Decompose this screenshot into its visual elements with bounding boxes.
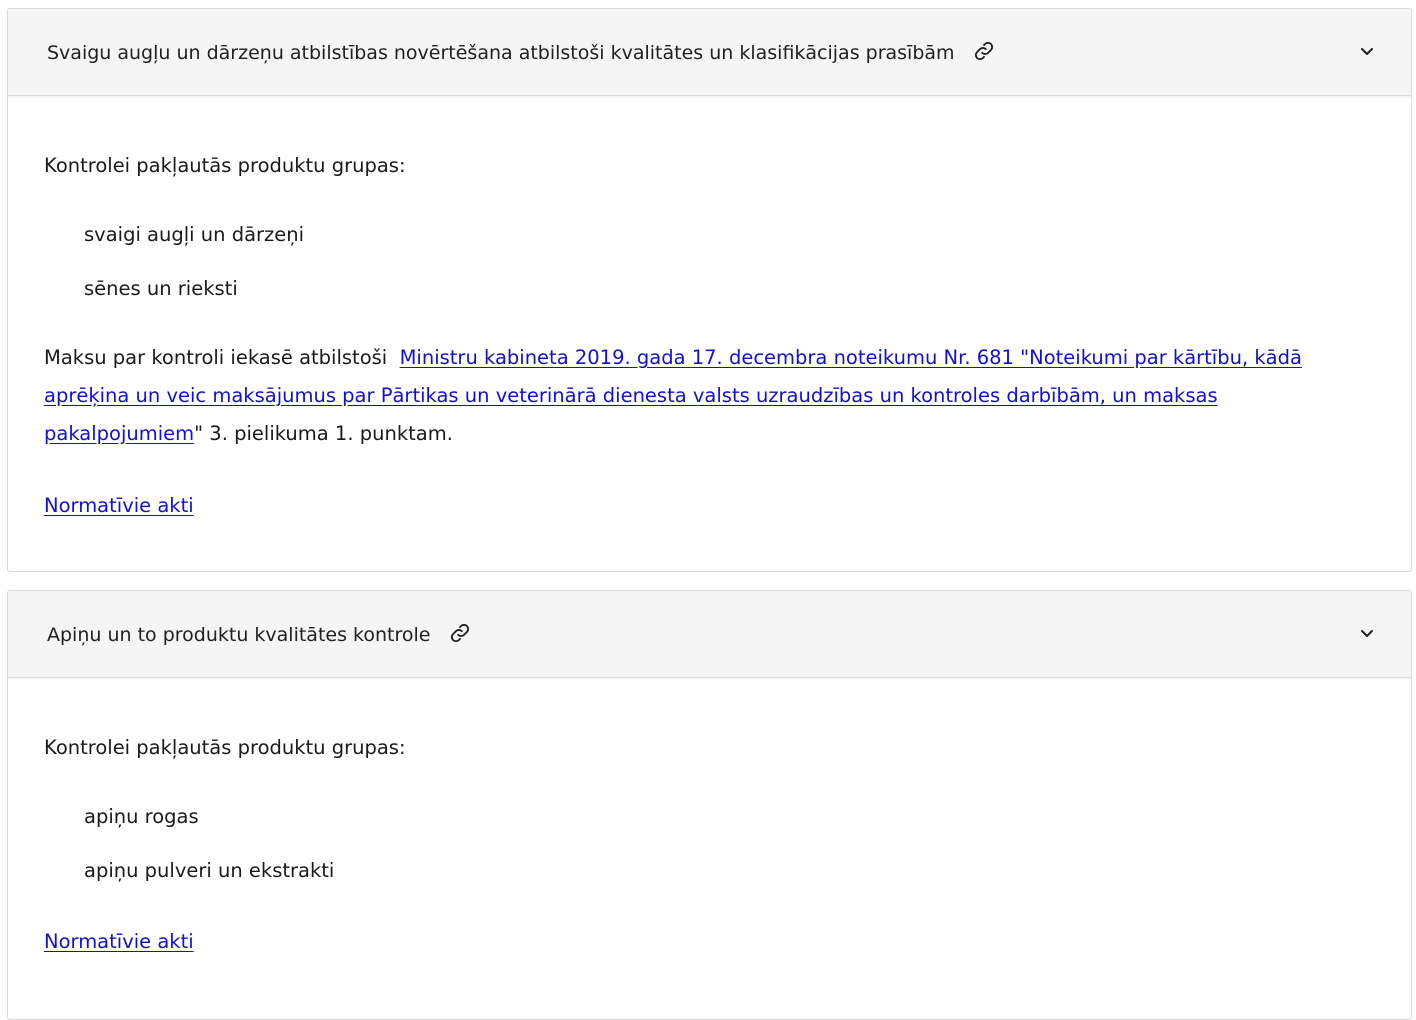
chevron-down-icon[interactable]	[1360, 629, 1374, 639]
list-item: apiņu rogas	[84, 805, 199, 828]
accordion-title: Svaigu augļu un dārzeņu atbilstības novē…	[47, 40, 995, 66]
fee-prefix: Maksu par kontroli iekasē atbilstoši	[44, 346, 388, 369]
accordion-fresh-produce: Svaigu augļu un dārzeņu atbilstības novē…	[7, 8, 1412, 572]
legal-acts-link[interactable]: Normatīvie akti	[44, 930, 194, 953]
list-item: svaigi augļi un dārzeņi	[84, 223, 305, 246]
accordion-title: Apiņu un to produktu kvalitātes kontrole	[47, 622, 471, 648]
chevron-down-icon[interactable]	[1360, 47, 1374, 57]
list-item: sēnes un rieksti	[84, 277, 238, 300]
accordion-hops: Apiņu un to produktu kvalitātes kontrole…	[7, 590, 1412, 1020]
fee-paragraph: Maksu par kontroli iekasē atbilstoši Min…	[44, 339, 1374, 453]
link-icon[interactable]	[449, 622, 471, 644]
list-item: apiņu pulveri un ekstrakti	[84, 859, 335, 882]
product-groups-intro: Kontrolei pakļautās produktu grupas:	[44, 736, 406, 759]
fee-suffix: " 3. pielikuma 1. punktam.	[194, 422, 453, 445]
product-groups-intro: Kontrolei pakļautās produktu grupas:	[44, 154, 406, 177]
legal-acts-link-wrapper: Normatīvie akti	[44, 929, 194, 955]
legal-acts-link-wrapper: Normatīvie akti	[44, 493, 194, 519]
accordion-title-text: Svaigu augļu un dārzeņu atbilstības novē…	[47, 42, 955, 64]
link-icon[interactable]	[973, 40, 995, 62]
accordion-header-hops[interactable]: Apiņu un to produktu kvalitātes kontrole	[8, 591, 1411, 678]
accordion-header-fresh-produce[interactable]: Svaigu augļu un dārzeņu atbilstības novē…	[8, 9, 1411, 96]
accordion-title-text: Apiņu un to produktu kvalitātes kontrole	[47, 624, 431, 646]
legal-acts-link[interactable]: Normatīvie akti	[44, 494, 194, 517]
